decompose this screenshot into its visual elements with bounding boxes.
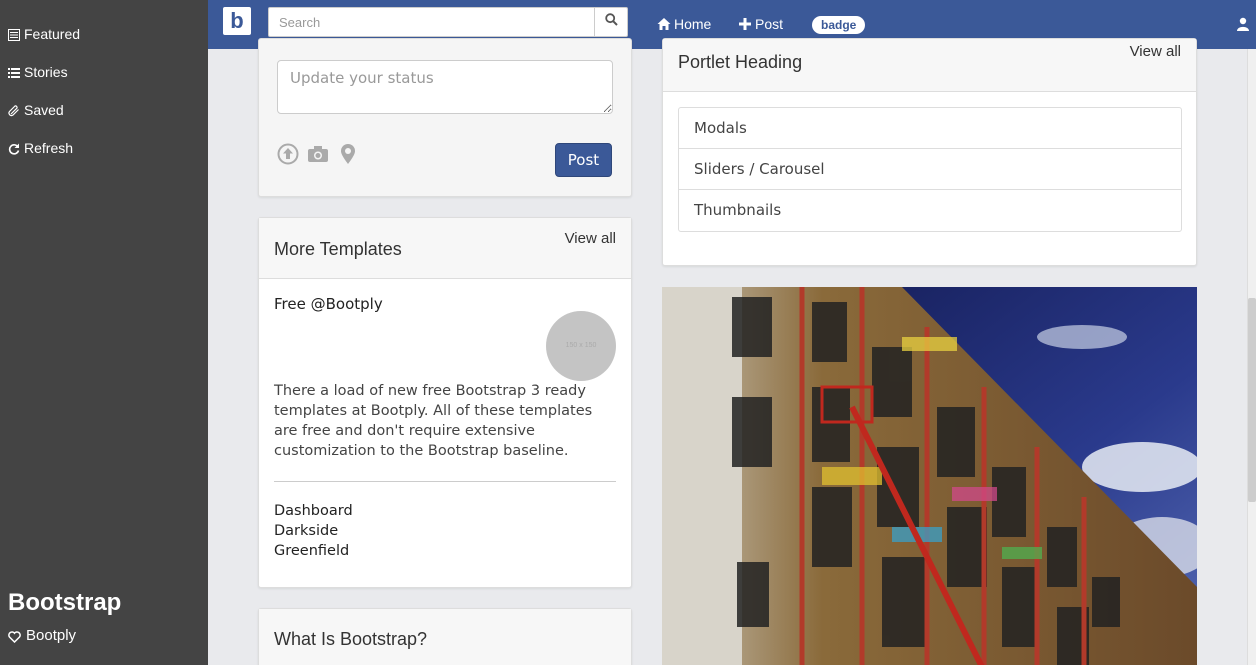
building-photo [662,287,1197,665]
status-attachments [277,143,359,165]
panel-title: More Templates [274,239,402,259]
template-link-greenfield[interactable]: Greenfield [274,543,349,559]
page-scrollbar[interactable] [1247,49,1256,665]
thumbnail-image: 150 x 150 [546,311,616,381]
templates-panel: More Templates View all Free @Bootply 15… [258,217,632,588]
sidebar-item-stories[interactable]: Stories [8,64,68,80]
sidebar-item-label: Refresh [24,140,74,156]
list-item-sliders[interactable]: Sliders / Carousel [679,149,1181,190]
sidebar-item-label: Featured [24,26,81,42]
post-button[interactable]: Post [555,143,612,177]
search-icon [604,13,618,31]
home-icon [657,17,671,31]
nav-post-label: Post [755,16,784,32]
user-icon[interactable] [1236,17,1250,31]
sidebar: Featured Stories Saved Refresh Bootstrap… [0,0,208,665]
template-link-dashboard[interactable]: Dashboard [274,503,353,519]
panel-heading: Portlet Heading View all [663,39,1196,92]
brand-link[interactable]: Bootply [8,627,76,644]
sidebar-item-label: Saved [24,102,64,118]
divider [274,481,616,482]
list-item-thumbnails[interactable]: Thumbnails [679,190,1181,231]
scrollbar-thumb[interactable] [1248,298,1256,502]
templates-description: There a load of new free Bootstrap 3 rea… [274,383,593,459]
list-item-modals[interactable]: Modals [679,108,1181,149]
status-panel: Post [258,38,632,197]
list-alt-icon [8,28,20,41]
search-input[interactable] [268,7,595,37]
camera-icon[interactable] [307,143,329,165]
portlet-list: Modals Sliders / Carousel Thumbnails [678,107,1182,232]
panel-title: Portlet Heading [678,52,803,72]
map-marker-icon[interactable] [337,143,359,165]
portlet-panel: Portlet Heading View all Modals Sliders … [662,38,1197,266]
heart-icon [8,630,21,643]
template-link-darkside[interactable]: Darkside [274,523,338,539]
refresh-icon [8,142,20,155]
sidebar-item-label: Stories [24,64,68,80]
sidebar-item-featured[interactable]: Featured [8,26,80,42]
panel-heading: More Templates View all [259,218,631,279]
view-all-link[interactable]: View all [565,230,616,247]
what-panel: What Is Bootstrap? [258,608,632,665]
search-button[interactable] [594,7,628,37]
panel-title: What Is Bootstrap? [274,629,428,649]
sidebar-item-saved[interactable]: Saved [8,102,64,118]
brand-logo[interactable]: b [223,7,251,35]
nav-home[interactable]: Home [657,16,711,32]
nav-post[interactable]: Post [738,16,783,32]
list-icon [8,66,20,78]
panel-heading: What Is Bootstrap? [259,609,631,665]
brand-title: Bootstrap [8,589,122,616]
plus-icon [738,17,752,31]
nav-badge[interactable]: badge [812,16,866,34]
upload-icon[interactable] [277,143,299,165]
nav-home-label: Home [674,16,712,32]
paperclip-icon [8,104,20,117]
free-text: Free @Bootply [274,295,383,313]
sidebar-item-refresh[interactable]: Refresh [8,140,73,156]
view-all-link[interactable]: View all [1130,43,1181,60]
brand-sub-label: Bootply [26,627,77,644]
status-input[interactable] [277,60,613,114]
